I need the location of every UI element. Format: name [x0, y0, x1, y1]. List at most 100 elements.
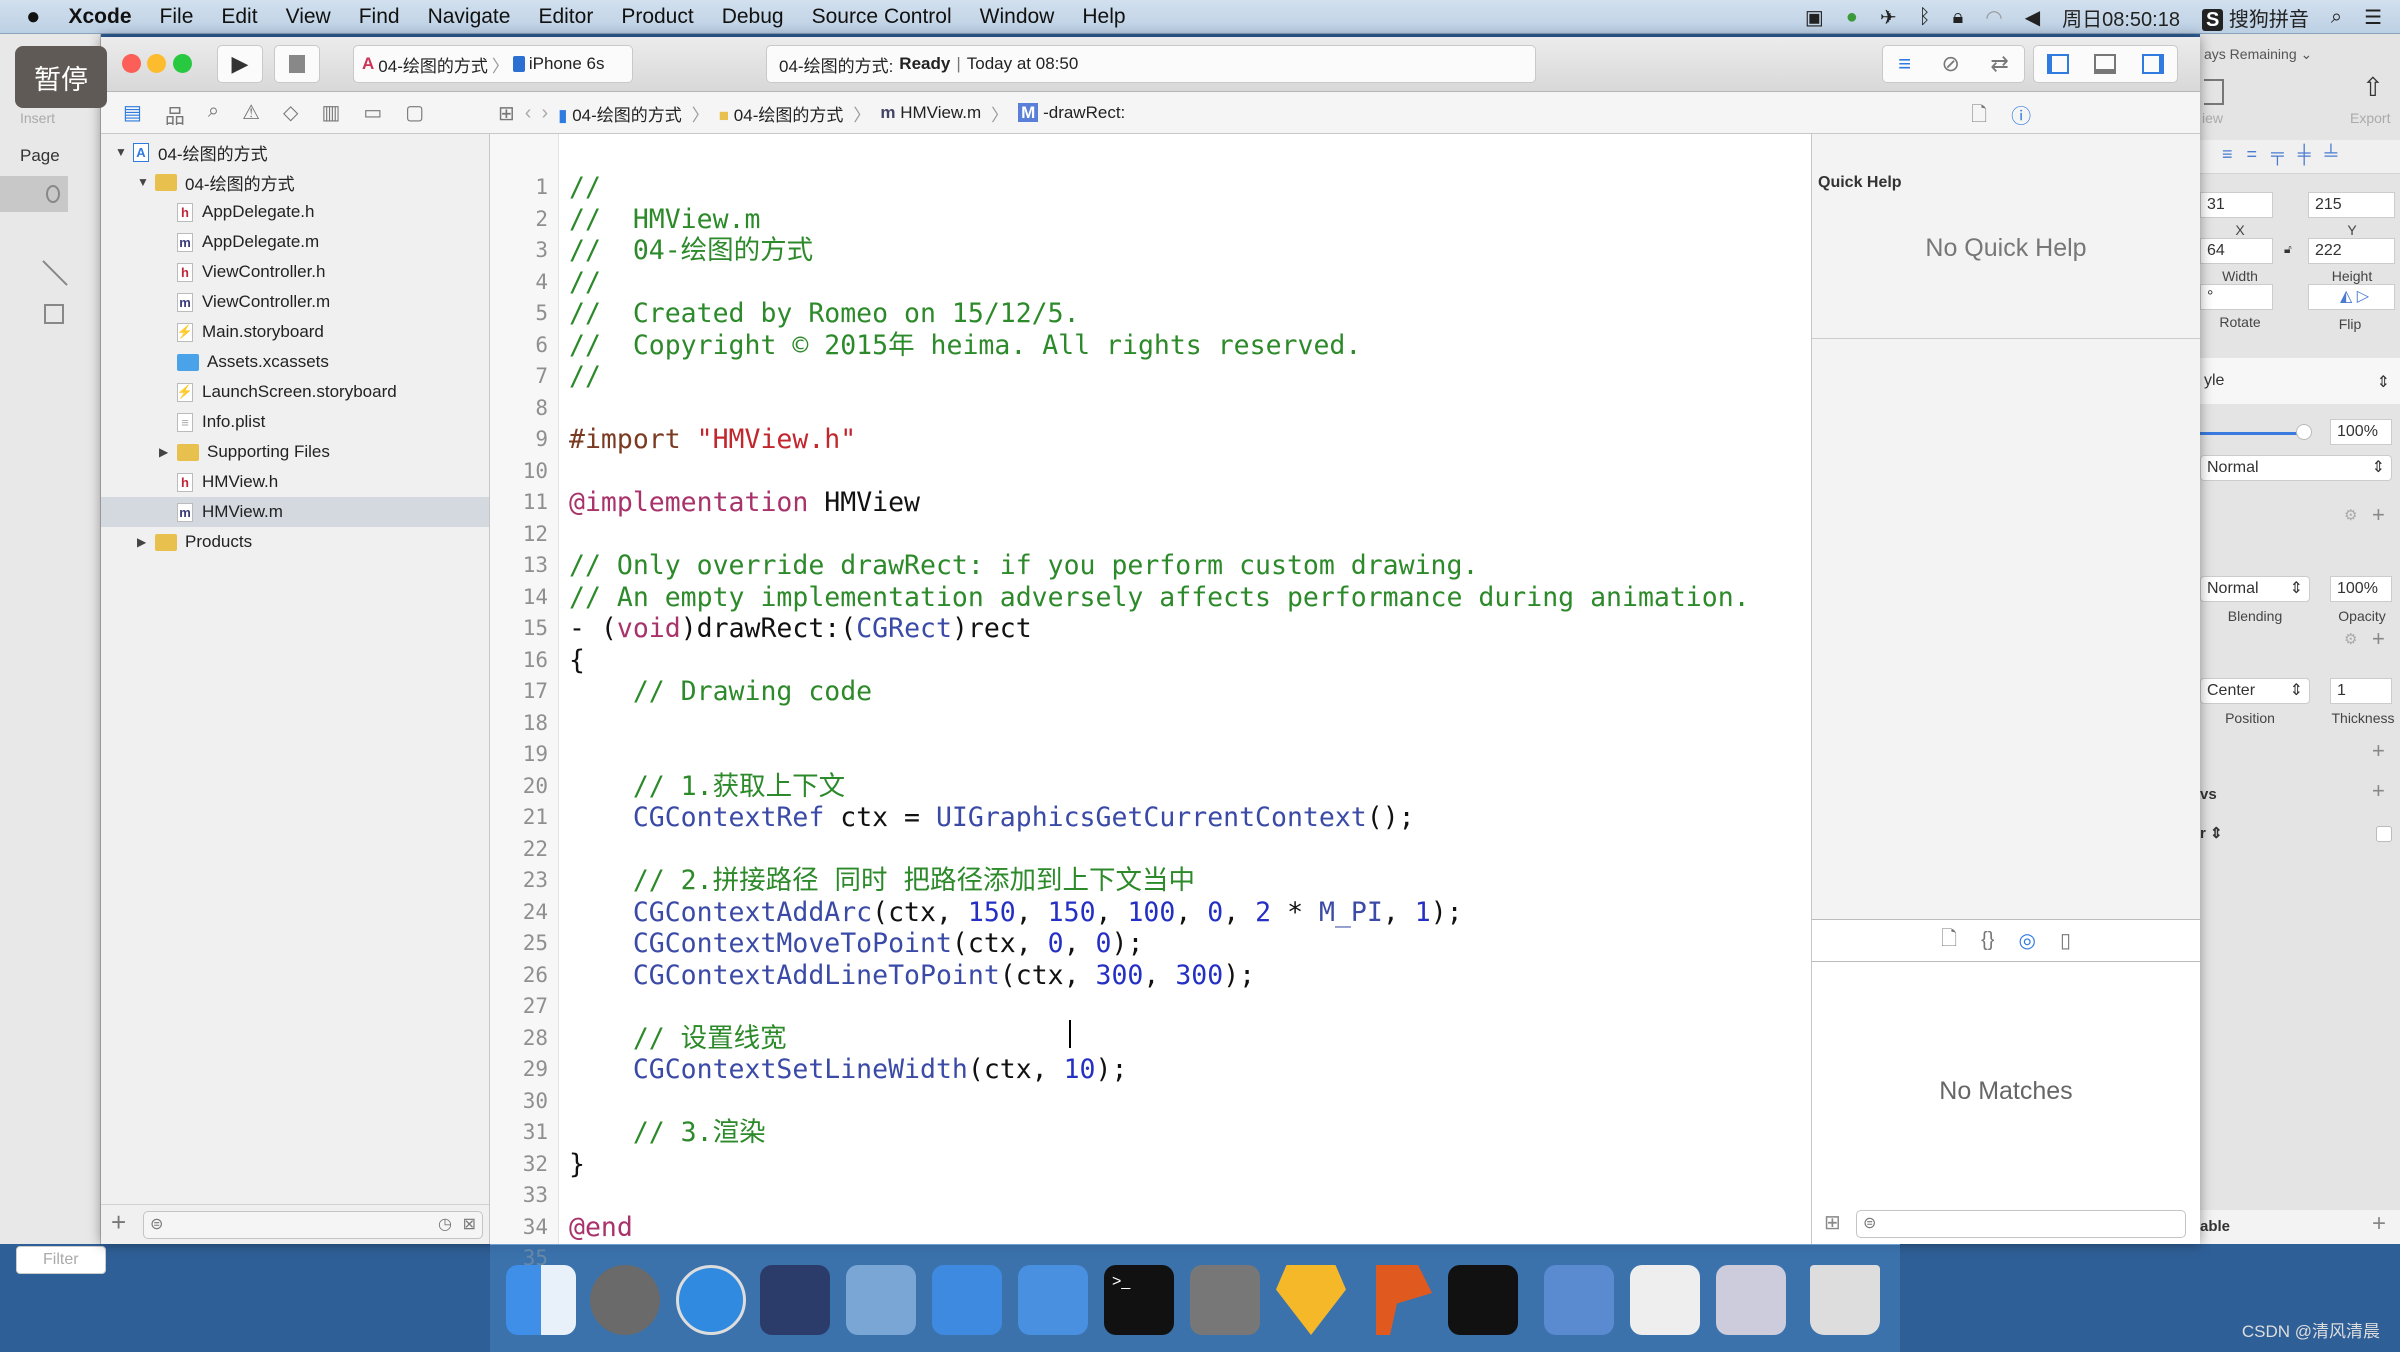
bluetooth-icon[interactable]: ᛒ [1919, 6, 1931, 29]
menu-clock[interactable]: 周日08:50:18 [2062, 3, 2180, 32]
code-line[interactable]: #import "HMView.h" [569, 424, 856, 456]
add-inner-shadow-icon[interactable]: + [2372, 778, 2385, 804]
dock-screen-window-icon[interactable] [1716, 1265, 1786, 1335]
navigator-row[interactable]: ▶ Products [101, 527, 489, 557]
code-snippet-library-icon[interactable]: {} [1981, 929, 1994, 952]
code-line[interactable]: { [569, 645, 585, 677]
jump-group[interactable]: ■ 04-绘图的方式 [719, 101, 844, 126]
code-line[interactable]: CGContextSetLineWidth(ctx, 10); [569, 1054, 1128, 1086]
menu-view[interactable]: View [272, 5, 345, 29]
x-field[interactable]: 31 [2200, 192, 2273, 218]
opacity-field[interactable]: 100% [2330, 419, 2392, 445]
opacity-slider[interactable] [2200, 432, 2300, 435]
navigator-row[interactable]: ▼ A 04-绘图的方式 [101, 137, 489, 167]
notification-center-icon[interactable]: ☰ [2364, 5, 2382, 30]
disclosure-triangle-icon[interactable]: ▶ [159, 445, 173, 459]
menu-file[interactable]: File [146, 5, 208, 29]
breakpoint-navigator-icon[interactable]: ▭ [363, 100, 382, 129]
menu-debug[interactable]: Debug [708, 5, 798, 29]
style-select[interactable]: yle ⇕ [2200, 358, 2400, 404]
toggle-utilities-icon[interactable] [2142, 54, 2165, 74]
height-field[interactable]: 222 [2308, 238, 2395, 264]
volume-icon[interactable]: ◀ [2025, 5, 2040, 30]
disclosure-triangle-icon[interactable]: ▼ [137, 175, 151, 189]
export-label[interactable]: Export [2350, 110, 2390, 126]
borders-settings-icon[interactable]: ⚙ [2344, 630, 2357, 648]
navigator-row[interactable]: Assets.xcassets [101, 347, 489, 377]
thickness-field[interactable]: 1 [2330, 678, 2392, 704]
code-line[interactable]: // 设置线宽 [569, 1023, 787, 1055]
stop-button[interactable] [274, 45, 320, 83]
navigator-row[interactable]: h HMView.h [101, 467, 489, 497]
dock-trash-icon[interactable] [1810, 1265, 1880, 1335]
apple-menu-icon[interactable]: ● [0, 3, 55, 31]
jump-file[interactable]: m HMView.m [880, 103, 981, 123]
jump-project[interactable]: ▮ 04-绘图的方式 [558, 101, 682, 126]
insert-label[interactable]: Insert [20, 110, 55, 126]
code-line[interactable]: - (void)drawRect:(CGRect)rect [569, 613, 1032, 645]
jump-method[interactable]: M -drawRect: [1018, 103, 1125, 123]
navigator-row[interactable]: h ViewController.h [101, 257, 489, 287]
debug-navigator-icon[interactable]: ▥ [321, 100, 340, 129]
project-navigator-icon[interactable]: ▤ [123, 100, 142, 129]
dock-media-player-icon[interactable] [1544, 1265, 1614, 1335]
find-navigator-icon[interactable]: ⌕ [208, 100, 219, 129]
zoom-button[interactable] [173, 54, 192, 73]
menu-window[interactable]: Window [966, 5, 1069, 29]
report-navigator-icon[interactable]: ▢ [405, 100, 424, 129]
code-line[interactable]: // Created by Romeo on 15/12/5. [569, 298, 1080, 330]
library-filter-input[interactable]: ⊜ [1856, 1210, 2186, 1238]
export-icon[interactable]: ⇧ [2362, 72, 2384, 103]
dock-mouse-app-icon[interactable] [760, 1265, 830, 1335]
standard-editor-icon[interactable]: ≡ [1898, 51, 1911, 77]
navigator-row[interactable]: ▼ 04-绘图的方式 [101, 167, 489, 197]
code-line[interactable]: // An empty implementation adversely aff… [569, 582, 1750, 614]
navigator-row[interactable]: ⚡ Main.storyboard [101, 317, 489, 347]
dock-sketch-icon[interactable] [1276, 1265, 1346, 1335]
app-status-icon[interactable]: ● [1846, 6, 1858, 29]
lock-icon[interactable]: 🔒︎ [1953, 6, 1964, 29]
symbol-navigator-icon[interactable]: 品 [165, 100, 185, 129]
grid-view-icon[interactable]: ⊞ [1824, 1210, 1841, 1235]
code-line[interactable]: @end [569, 1212, 633, 1244]
toggle-navigator-icon[interactable] [2046, 54, 2069, 74]
dock-terminal-icon[interactable]: >_ [1104, 1265, 1174, 1335]
disclosure-triangle-icon[interactable]: ▼ [115, 145, 129, 159]
issue-navigator-icon[interactable]: ⚠ [242, 100, 260, 129]
dock-photo-slideshow-icon[interactable] [846, 1265, 916, 1335]
scm-filter-icon[interactable]: ⊠ [463, 1214, 476, 1234]
assistant-editor-icon[interactable]: ⊘ [1941, 51, 1959, 77]
add-fill-icon[interactable]: + [2372, 502, 2385, 528]
code-line[interactable]: // 04-绘图的方式 [569, 235, 813, 267]
menu-help[interactable]: Help [1068, 5, 1139, 29]
view-button[interactable] [2204, 79, 2224, 105]
checkbox[interactable] [2376, 826, 2392, 842]
disclosure-triangle-icon[interactable]: ▶ [137, 535, 151, 549]
code-line[interactable]: // HMView.m [569, 204, 760, 236]
days-remaining[interactable]: ays Remaining ⌄ [2204, 46, 2312, 63]
menu-source-control[interactable]: Source Control [798, 5, 966, 29]
run-button[interactable]: ▶ [217, 45, 263, 83]
lock-ratio-icon[interactable]: 🔓︎ [2284, 242, 2292, 257]
opacity-slider-knob[interactable] [2296, 424, 2312, 440]
y-field[interactable]: 215 [2308, 192, 2395, 218]
source-editor[interactable]: 1 2 3 4 5 6 7 8 9 10 11 12 13 14 15 16 17 18 19 20 21 22 23 24 2… [490, 134, 1811, 1270]
close-button[interactable] [122, 54, 141, 73]
airplane-icon[interactable]: ✈ [1880, 5, 1897, 30]
version-editor-icon[interactable]: ⇄ [1990, 51, 2008, 77]
menu-xcode[interactable]: Xcode [55, 5, 146, 29]
recent-files-icon[interactable]: ◷ [438, 1214, 452, 1234]
width-field[interactable]: 64 [2200, 238, 2273, 264]
dock-safari-icon[interactable] [676, 1265, 746, 1335]
menu-find[interactable]: Find [345, 5, 414, 29]
code-line[interactable]: // [569, 267, 601, 299]
file-template-library-icon[interactable]: 🗋︎ [1941, 924, 1957, 958]
add-shadow-icon[interactable]: + [2372, 738, 2385, 764]
code-line[interactable]: CGContextRef ctx = UIGraphicsGetCurrentC… [569, 802, 1415, 834]
spotlight-icon[interactable]: ⌕ [2331, 6, 2342, 29]
navigator-row[interactable]: m HMView.m [101, 497, 489, 527]
rectangle-icon[interactable] [44, 304, 64, 324]
code-line[interactable]: } [569, 1149, 585, 1181]
input-method[interactable]: S 搜狗拼音 [2201, 3, 2309, 32]
test-navigator-icon[interactable]: ◇ [283, 100, 298, 129]
